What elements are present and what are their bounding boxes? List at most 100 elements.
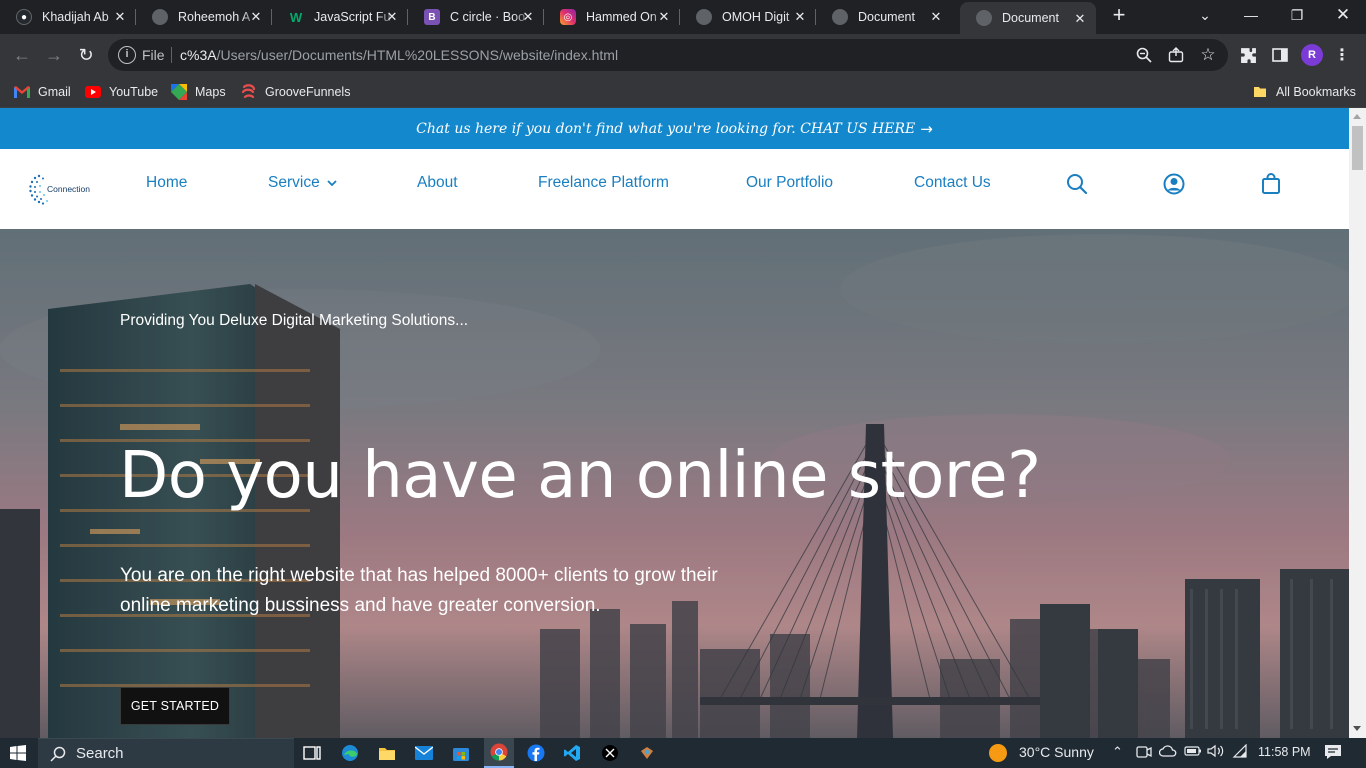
meet-now-icon[interactable] bbox=[1136, 744, 1152, 763]
new-tab-button[interactable]: + bbox=[1108, 4, 1130, 27]
search-icon bbox=[50, 746, 66, 762]
globe-icon bbox=[832, 9, 848, 25]
scroll-down-arrow-icon[interactable] bbox=[1353, 726, 1361, 731]
restore-icon[interactable]: ❐ bbox=[1274, 0, 1320, 30]
hero-heading: Do you have an online store? bbox=[119, 439, 1041, 513]
close-tab-icon[interactable]: ✕ bbox=[792, 9, 808, 25]
promo-banner[interactable]: Chat us here if you don't find what you'… bbox=[0, 108, 1349, 149]
nav-our-portfolio[interactable]: Our Portfolio bbox=[746, 174, 833, 192]
url-host: c%3A bbox=[180, 47, 217, 63]
promo-text[interactable]: Chat us here if you don't find what you'… bbox=[416, 121, 915, 137]
store-icon[interactable] bbox=[451, 743, 471, 763]
extensions-icon[interactable] bbox=[1237, 44, 1259, 66]
url-text[interactable]: c%3A/Users/user/Documents/HTML%20LESSONS… bbox=[180, 47, 618, 63]
onedrive-cloud-icon[interactable] bbox=[1158, 744, 1177, 761]
search-icon[interactable] bbox=[1065, 172, 1089, 196]
weather-text[interactable]: 30°C Sunny bbox=[1019, 744, 1094, 760]
site-logo[interactable]: Connection bbox=[28, 171, 98, 209]
browser-tab[interactable]: OMOH Digit ✕ bbox=[680, 0, 816, 34]
bookmarks-bar: Gmail YouTube Maps GrooveFunnels All Boo… bbox=[0, 76, 1366, 108]
info-icon[interactable]: i bbox=[118, 46, 136, 64]
menu-kebab-icon[interactable]: ⋮ bbox=[1331, 44, 1353, 66]
show-hidden-icons-chevron-icon[interactable]: ⌃ bbox=[1112, 744, 1123, 760]
nav-service[interactable]: Service bbox=[268, 174, 337, 192]
scheme-label: File bbox=[142, 47, 165, 63]
nav-freelance-platform[interactable]: Freelance Platform bbox=[538, 174, 669, 192]
windows-taskbar: Search 30°C Sunny ⌃ 11:58 PM bbox=[0, 738, 1366, 768]
close-tab-icon[interactable]: ✕ bbox=[928, 9, 944, 25]
close-tab-icon[interactable]: ✕ bbox=[112, 9, 128, 25]
edge-browser-icon[interactable] bbox=[340, 743, 360, 763]
bookmark-label: YouTube bbox=[109, 85, 159, 99]
forward-arrow-icon[interactable]: → bbox=[42, 43, 66, 67]
bookmark-maps[interactable]: Maps bbox=[171, 82, 226, 102]
reload-icon[interactable]: ↻ bbox=[74, 43, 98, 67]
facebook-icon[interactable] bbox=[526, 743, 546, 763]
close-tab-icon[interactable]: ✕ bbox=[520, 9, 536, 25]
github-icon: ● bbox=[16, 9, 32, 25]
close-tab-icon[interactable]: ✕ bbox=[1072, 11, 1088, 27]
bookmark-groovefunnels[interactable]: GrooveFunnels bbox=[241, 82, 350, 102]
clock-time[interactable]: 11:58 PM bbox=[1258, 745, 1311, 759]
file-explorer-icon[interactable] bbox=[377, 743, 397, 763]
scroll-up-arrow-icon[interactable] bbox=[1353, 114, 1361, 119]
logo-text: Connection bbox=[47, 184, 91, 194]
close-tab-icon[interactable]: ✕ bbox=[248, 9, 264, 25]
nav-home[interactable]: Home bbox=[146, 174, 187, 192]
nav-contact-us[interactable]: Contact Us bbox=[914, 174, 991, 192]
shopping-bag-icon[interactable] bbox=[1259, 172, 1283, 196]
notifications-icon[interactable] bbox=[1324, 744, 1342, 763]
get-started-button[interactable]: GET STARTED bbox=[120, 687, 230, 725]
app-icon[interactable] bbox=[637, 743, 657, 763]
bookmark-label: Maps bbox=[195, 85, 226, 99]
hero-subtext: You are on the right website that has he… bbox=[120, 565, 718, 616]
browser-tab[interactable]: Roheemoh A ✕ bbox=[136, 0, 272, 34]
close-tab-icon[interactable]: ✕ bbox=[656, 9, 672, 25]
volume-icon[interactable] bbox=[1207, 744, 1225, 761]
browser-tab[interactable]: W JavaScript Fu ✕ bbox=[272, 0, 408, 34]
hero-tagline: Providing You Deluxe Digital Marketing S… bbox=[120, 312, 469, 329]
minimize-icon[interactable]: — bbox=[1228, 0, 1274, 30]
user-account-icon[interactable] bbox=[1162, 172, 1186, 196]
side-panel-icon[interactable] bbox=[1269, 44, 1291, 66]
arrow-right-icon: → bbox=[920, 119, 933, 138]
share-icon[interactable] bbox=[1166, 45, 1186, 65]
bookmark-label: Gmail bbox=[38, 85, 71, 99]
tab-search-icon[interactable]: ⌄ bbox=[1182, 0, 1228, 30]
taskbar-search-box[interactable]: Search bbox=[38, 738, 294, 768]
profile-avatar[interactable]: R bbox=[1301, 44, 1323, 66]
battery-icon[interactable] bbox=[1184, 744, 1202, 760]
globe-icon bbox=[696, 9, 712, 25]
close-window-icon[interactable]: ✕ bbox=[1320, 0, 1366, 30]
youtube-icon bbox=[85, 84, 101, 100]
page-scrollbar[interactable] bbox=[1349, 108, 1366, 738]
mail-icon[interactable] bbox=[414, 743, 434, 763]
bookmark-gmail[interactable]: Gmail bbox=[14, 82, 71, 102]
browser-tab-active[interactable]: Document ✕ bbox=[960, 2, 1096, 34]
chrome-icon[interactable] bbox=[484, 738, 514, 768]
browser-tab[interactable]: B C circle · Boo ✕ bbox=[408, 0, 544, 34]
weather-sun-icon[interactable] bbox=[988, 743, 1008, 763]
nav-service-label: Service bbox=[268, 174, 320, 191]
task-view-icon[interactable] bbox=[302, 743, 322, 763]
scrollbar-thumb[interactable] bbox=[1352, 126, 1363, 170]
maps-icon bbox=[171, 84, 187, 100]
bookmark-star-icon[interactable]: ☆ bbox=[1198, 45, 1218, 65]
windows-start-icon[interactable] bbox=[8, 743, 28, 763]
browser-tab[interactable]: ● Khadijah Ab ✕ bbox=[0, 0, 136, 34]
zoom-icon[interactable] bbox=[1134, 45, 1154, 65]
x-twitter-icon[interactable] bbox=[600, 743, 620, 763]
bookmark-youtube[interactable]: YouTube bbox=[85, 82, 158, 102]
close-tab-icon[interactable]: ✕ bbox=[384, 9, 400, 25]
nav-about[interactable]: About bbox=[417, 174, 458, 192]
browser-tab[interactable]: Document ✕ bbox=[816, 0, 952, 34]
globe-icon bbox=[976, 10, 992, 26]
all-bookmarks[interactable]: All Bookmarks bbox=[1252, 82, 1356, 102]
wifi-icon[interactable] bbox=[1232, 743, 1248, 761]
vscode-icon[interactable] bbox=[562, 743, 582, 763]
globe-icon bbox=[152, 9, 168, 25]
address-bar[interactable]: i File c%3A/Users/user/Documents/HTML%20… bbox=[108, 39, 1228, 71]
browser-tab[interactable]: ◎ Hammed On ✕ bbox=[544, 0, 680, 34]
back-arrow-icon[interactable]: ← bbox=[10, 43, 34, 67]
site-header: Connection Home Service About Freelance … bbox=[0, 149, 1349, 229]
